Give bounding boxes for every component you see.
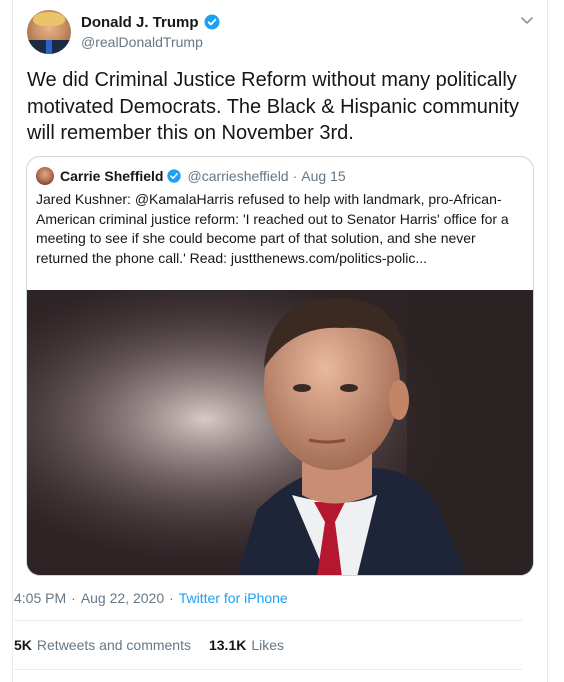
tweet-source-link[interactable]: Twitter for iPhone (179, 590, 288, 606)
tweet-header: Donald J. Trump @realDonaldTrump (27, 10, 535, 56)
verified-badge-icon (167, 169, 182, 183)
likes-count[interactable]: 13.1K (209, 637, 246, 653)
tweet-meta: 4:05 PM · Aug 22, 2020 · Twitter for iPh… (14, 590, 288, 606)
tweet-text: We did Criminal Justice Reform without m… (27, 69, 520, 144)
author-handle[interactable]: @realDonaldTrump (81, 34, 203, 50)
chevron-down-icon[interactable] (519, 12, 535, 28)
quoted-date: Aug 15 (301, 168, 346, 184)
quoted-tweet[interactable]: Carrie Sheffield @carriesheffield · Aug … (26, 156, 534, 576)
separator-dot: · (292, 168, 298, 184)
likes-label[interactable]: Likes (251, 637, 284, 653)
author-name[interactable]: Donald J. Trump (81, 14, 199, 31)
author-avatar[interactable] (27, 10, 71, 54)
divider (14, 620, 522, 621)
quoted-media-image[interactable] (27, 290, 533, 575)
verified-badge-icon (204, 14, 220, 30)
quoted-tweet-header: Carrie Sheffield @carriesheffield · Aug … (36, 166, 346, 186)
retweets-label[interactable]: Retweets and comments (37, 637, 191, 653)
author-name-row: Donald J. Trump (81, 13, 221, 31)
quoted-author-avatar (36, 167, 54, 185)
tweet-date[interactable]: Aug 22, 2020 (81, 590, 164, 606)
quoted-author-handle: @carriesheffield (187, 168, 289, 184)
tweet-stats: 5K Retweets and comments 13.1K Likes (14, 637, 302, 653)
quoted-tweet-text: Jared Kushner: @KamalaHarris refused to … (36, 191, 509, 266)
portrait-photo (27, 290, 533, 575)
divider (14, 669, 522, 670)
separator-dot: · (71, 590, 76, 606)
avatar-tie (46, 40, 52, 54)
quoted-author-name: Carrie Sheffield (60, 168, 164, 184)
retweets-count[interactable]: 5K (14, 637, 32, 653)
tweet-time[interactable]: 4:05 PM (14, 590, 66, 606)
avatar-hair (33, 12, 65, 26)
separator-dot: · (169, 590, 174, 606)
